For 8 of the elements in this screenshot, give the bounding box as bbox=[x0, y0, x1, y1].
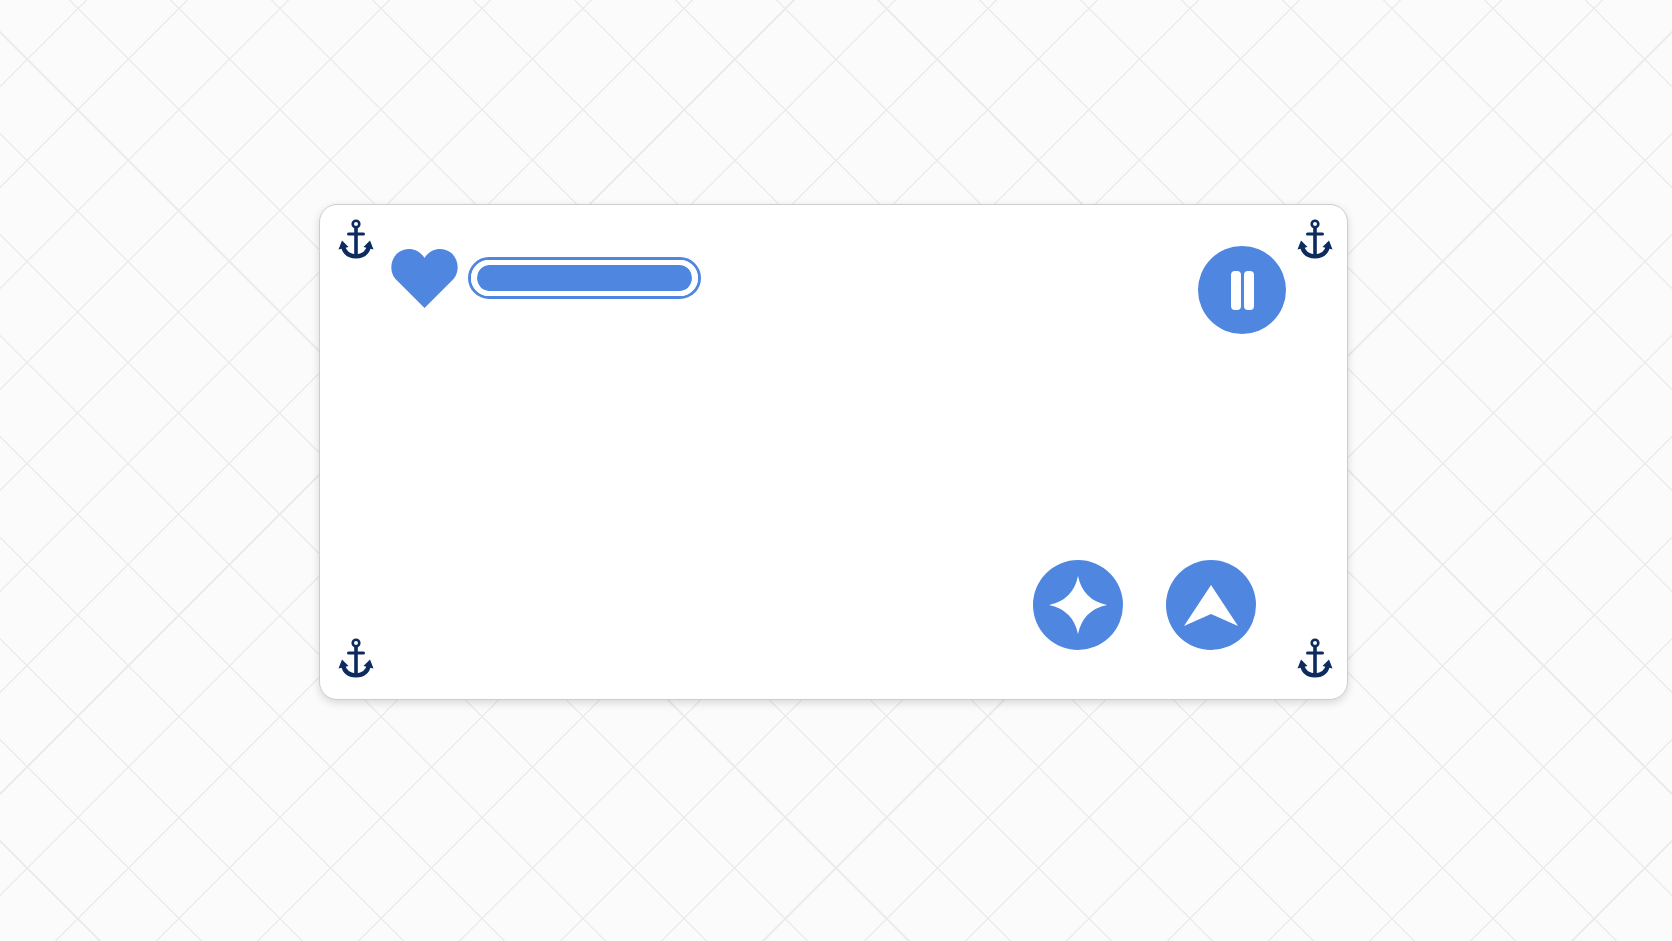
anchor-icon bbox=[1297, 638, 1333, 678]
anchor-icon bbox=[338, 638, 374, 678]
arrow-icon bbox=[1184, 584, 1238, 626]
sparkle-icon bbox=[1049, 576, 1107, 634]
anchor-icon bbox=[338, 219, 374, 259]
anchor-icon bbox=[1297, 219, 1333, 259]
pause-icon bbox=[1230, 270, 1254, 310]
heart-icon bbox=[391, 248, 458, 308]
